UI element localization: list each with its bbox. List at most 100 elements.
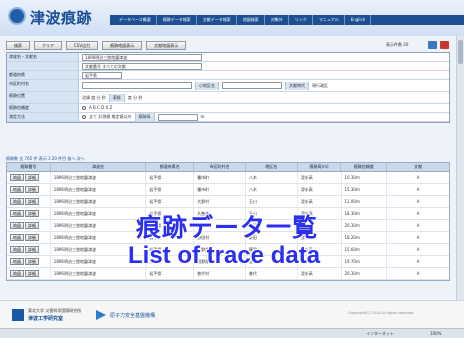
row-map-button[interactable]: 地図 — [10, 258, 24, 265]
tsunami-select[interactable]: 1896明治三陸地震津波 — [82, 53, 202, 61]
vertical-scrollbar[interactable] — [456, 36, 464, 300]
top-navigation: データベース概要 痕跡データ検索 文献データ検索 地図検索 対象外 リンク マニ… — [110, 15, 464, 25]
row-button-group: 地図 詳細 — [7, 184, 50, 195]
nav-item-overview[interactable]: データベース概要 — [114, 15, 157, 25]
cell-reliability: A — [416, 223, 420, 228]
row-map-button[interactable]: 地図 — [10, 186, 24, 193]
clear-button[interactable]: クリア — [34, 41, 62, 50]
table-row: 地図 詳細 1896明治三陸地震津波 岩手県 種市町 八木 浸水高 10.30m A — [7, 172, 449, 184]
nav-item-manual[interactable]: マニュアル — [314, 15, 345, 25]
site-logo[interactable]: 津波痕跡 — [8, 6, 100, 28]
row-detail-button[interactable]: 詳細 — [25, 222, 39, 229]
browser-statusbar: インターネット 100% — [0, 328, 464, 338]
form-label — [7, 62, 79, 70]
column-header[interactable]: 痕跡高(m) — [298, 163, 342, 171]
form-row-literature: 文献番号 すべての文献 — [7, 62, 449, 71]
height-unit: m — [200, 114, 205, 119]
row-button-group: 地図 詳細 — [7, 172, 50, 183]
scrollbar-thumb[interactable] — [458, 40, 463, 64]
column-header[interactable]: 都道府県名 — [146, 163, 195, 171]
row-detail-button[interactable]: 詳細 — [25, 174, 39, 181]
column-header[interactable]: 文献 — [387, 163, 449, 171]
district-input[interactable] — [222, 82, 282, 89]
row-detail-button[interactable]: 詳細 — [25, 198, 39, 205]
help-icon[interactable] — [428, 41, 437, 49]
row-map-button[interactable]: 地図 — [10, 234, 24, 241]
row-detail-button[interactable]: 詳細 — [25, 270, 39, 277]
height-min-input[interactable] — [157, 113, 198, 121]
column-header[interactable]: 地区名 — [246, 163, 298, 171]
form-label: 都道府県 — [7, 71, 79, 79]
row-actions: 地図 詳細 — [7, 256, 51, 267]
row-detail-button[interactable]: 詳細 — [25, 258, 39, 265]
cell-height: 18.30m — [342, 208, 388, 219]
column-header[interactable]: 痕跡番号 — [7, 163, 51, 171]
search-button[interactable]: 検索 — [6, 41, 30, 50]
cell-reliability: A — [416, 175, 420, 180]
cell-height: 15.30m — [342, 184, 388, 195]
form-label: 津波名・文献名 — [7, 53, 79, 61]
row-map-button[interactable]: 地図 — [10, 246, 24, 253]
row-map-button[interactable]: 地図 — [10, 270, 24, 277]
row-button-group: 地図 詳細 — [7, 256, 50, 267]
nav-item-map-search[interactable]: 地図検索 — [238, 15, 265, 25]
radio-icon[interactable] — [82, 115, 86, 119]
nav-item-trace-search[interactable]: 痕跡データ検索 — [158, 15, 197, 25]
row-detail-button[interactable]: 詳細 — [25, 210, 39, 217]
form-sub-label: 文献時代 — [285, 81, 309, 90]
column-header[interactable]: 痕跡信頼度 — [341, 163, 388, 171]
longitude-inputs[interactable]: 度 分 秒 — [128, 94, 143, 102]
form-sub-label: 東経 — [108, 93, 125, 102]
nav-item-literature-search[interactable]: 文献データ検索 — [198, 15, 237, 25]
table-row: 地図 詳細 1896明治三陸地震津波 岩手県 種市町 八木 浸水高 15.30m A — [7, 184, 449, 196]
checkbox-icon[interactable] — [82, 106, 86, 110]
row-actions: 地図 詳細 — [7, 268, 51, 279]
nav-item-links[interactable]: リンク — [290, 15, 313, 25]
column-header[interactable]: 市区町村名 — [194, 163, 246, 171]
form-label: 痕跡位置 — [7, 92, 79, 103]
row-actions: 地図 詳細 — [7, 244, 51, 255]
row-map-button[interactable]: 地図 — [10, 174, 24, 181]
cell-prefecture: 岩手県 — [146, 196, 195, 207]
cell-tsunami: 1896明治三陸地震津波 — [51, 184, 147, 195]
row-map-button[interactable]: 地図 — [10, 198, 24, 205]
nav-item-english[interactable]: English — [346, 15, 372, 25]
site-header: 津波痕跡 データベース概要 痕跡データ検索 文献データ検索 地図検索 対象外 リ… — [0, 0, 464, 36]
row-map-button[interactable]: 地図 — [10, 222, 24, 229]
row-map-button[interactable]: 地図 — [10, 210, 24, 217]
latitude-inputs[interactable]: 北緯 度 分 秒 — [82, 94, 106, 102]
row-detail-button[interactable]: 詳細 — [25, 186, 39, 193]
form-value: 岩手県 — [79, 71, 449, 79]
cell-reliability: A — [416, 247, 420, 252]
cell-tsunami: 1896明治三陸地震津波 — [51, 220, 147, 231]
form-value: 全て 計測値 推定値以外 痕跡高 m — [79, 113, 449, 121]
row-actions: 地図 詳細 — [7, 232, 51, 243]
csv-export-button[interactable]: CSV出力 — [66, 41, 99, 50]
trace-map-button[interactable]: 痕跡地図表示 — [102, 41, 143, 50]
row-detail-button[interactable]: 詳細 — [25, 246, 39, 253]
city-input[interactable] — [82, 82, 192, 89]
cell-tsunami: 1896明治三陸地震津波 — [51, 172, 147, 183]
overlay-title-english: List of trace data — [128, 242, 321, 269]
row-button-group: 地図 詳細 — [7, 232, 50, 243]
nav-item-other[interactable]: 対象外 — [266, 15, 289, 25]
footer-org-name[interactable]: 津波工学研究室 — [28, 315, 63, 322]
cell-height: 15.60m — [342, 244, 388, 255]
literature-select[interactable]: 文献番号 すべての文献 — [82, 62, 202, 70]
prefecture-select[interactable]: 岩手県 — [82, 71, 122, 79]
footer-partner[interactable]: 原子力安全基盤機構 — [110, 312, 155, 319]
row-actions: 地図 詳細 — [7, 196, 51, 207]
zoom-level[interactable]: 100% — [430, 331, 441, 336]
column-header[interactable]: 津波名 — [51, 163, 147, 171]
cell-reliability: A — [416, 271, 420, 276]
literature-map-button[interactable]: 文献地図表示 — [146, 41, 187, 50]
row-detail-button[interactable]: 詳細 — [25, 234, 39, 241]
close-icon[interactable] — [440, 41, 449, 49]
display-count-select[interactable]: 表示件数 20 — [386, 42, 408, 48]
method-options[interactable]: 全て 計測値 推定値以外 — [89, 113, 132, 121]
search-toolbar: 検索 クリア CSV出力 痕跡地図表示 文献地図表示 — [6, 41, 187, 50]
reliability-options[interactable]: A B C D X Z — [89, 104, 112, 112]
main-content: 検索 クリア CSV出力 痕跡地図表示 文献地図表示 表示件数 20 津波名・文… — [0, 36, 456, 300]
cell-city: 種市町 — [194, 172, 246, 183]
university-logo-icon — [12, 309, 24, 321]
